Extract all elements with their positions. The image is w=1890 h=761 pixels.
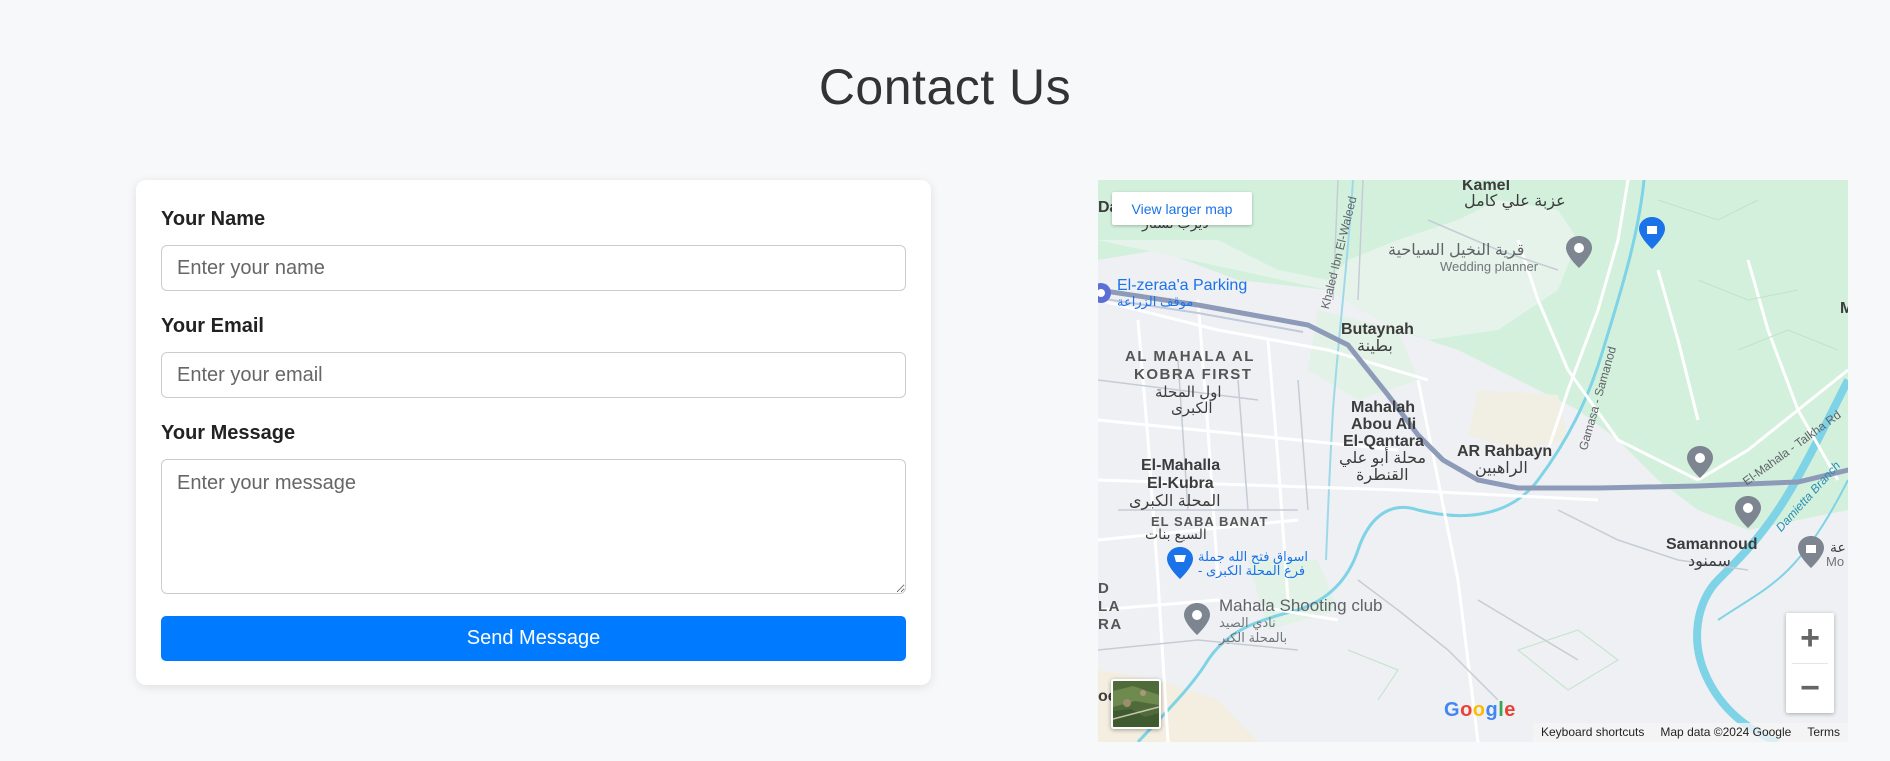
- map-label-mahalla-2: El-Kubra: [1147, 475, 1214, 492]
- map-data-credit: Map data ©2024 Google: [1652, 723, 1800, 742]
- map-label-left-d: D: [1098, 580, 1111, 597]
- map-label-rahbayn: AR Rahbayn: [1457, 443, 1553, 460]
- map-label-resort-ar: قرية النخيل السياحية: [1388, 242, 1525, 259]
- contact-form: Your Name Your Email Your Message Send M…: [136, 180, 931, 685]
- map-label-abou-1: Mahalah: [1351, 399, 1416, 416]
- map-label-right-ar: عة: [1830, 539, 1846, 555]
- email-label: Your Email: [161, 315, 264, 337]
- send-message-button[interactable]: Send Message: [161, 616, 906, 661]
- map-label-shooting-ar1: نادي الصيد: [1219, 615, 1276, 630]
- map-label-parking-ar: موقف الزراعة: [1117, 294, 1194, 309]
- map-label-right-mo: Mo: [1826, 554, 1845, 569]
- map-label-kobra-first-ar2: الكبرى: [1171, 400, 1213, 417]
- terms-link[interactable]: Terms: [1799, 723, 1848, 742]
- map-label-left-ra: RA: [1098, 616, 1123, 633]
- map-label-mahalla-ar: المحلة الكبرى: [1129, 493, 1221, 510]
- map-label-sabaa-ar: السبع بنات: [1145, 526, 1207, 542]
- parking-pin-icon[interactable]: [1098, 282, 1112, 304]
- message-label: Your Message: [161, 422, 296, 444]
- google-logo: Google: [1444, 699, 1516, 721]
- mosque-pin-icon[interactable]: [1798, 536, 1824, 568]
- place-pin-icon[interactable]: [1687, 446, 1713, 478]
- map-label-abou-2: Abou Ali: [1351, 416, 1417, 433]
- map-label-samannoud-ar: سمنود: [1688, 553, 1731, 570]
- map-label-shooting-ar2: بالمحلة الكبر: [1219, 630, 1288, 645]
- map-label-abou-ar1: محلة أبو علي: [1339, 450, 1427, 467]
- shop-pin-icon[interactable]: [1639, 217, 1665, 249]
- name-label: Your Name: [161, 208, 266, 230]
- map-label-samannoud: Samannoud: [1666, 536, 1758, 553]
- map-label-shooting-club: Mahala Shooting club: [1219, 596, 1383, 615]
- satellite-thumbnail-icon: [1113, 681, 1159, 727]
- place-pin-icon[interactable]: [1735, 496, 1761, 528]
- cart-pin-icon[interactable]: [1167, 547, 1193, 579]
- embedded-map[interactable]: Kamel عزبة علي كامل قرية النخيل السياحية…: [1098, 180, 1848, 742]
- map-label-market-ar2: - فرع المحلة الكبرى: [1198, 563, 1306, 578]
- satellite-layer-toggle[interactable]: [1111, 679, 1161, 729]
- message-textarea[interactable]: [161, 459, 906, 594]
- map-label-right-m: M: [1840, 300, 1848, 317]
- map-label-left-la: LA: [1098, 598, 1121, 615]
- email-input[interactable]: [161, 352, 906, 398]
- map-label-butaynah-ar: بطينة: [1357, 338, 1393, 355]
- zoom-controls: + −: [1786, 613, 1834, 713]
- zoom-out-button[interactable]: −: [1786, 663, 1834, 713]
- zoom-in-button[interactable]: +: [1786, 613, 1834, 663]
- map-label-kobra-first-2: KOBRA FIRST: [1134, 366, 1253, 383]
- map-label-market-ar1: اسواق فتح الله جملة: [1198, 549, 1308, 564]
- map-label-parking: El-zeraa'a Parking: [1117, 277, 1248, 294]
- map-label-butaynah: Butaynah: [1341, 321, 1414, 338]
- map-label-kamel-ar: عزبة علي كامل: [1464, 193, 1566, 210]
- map-label-abou-ar2: القنطرة: [1356, 467, 1409, 484]
- map-label-mahalla-1: El-Mahalla: [1141, 457, 1221, 474]
- map-label-kobra-first-1: AL MAHALA AL: [1125, 348, 1255, 365]
- view-larger-map-link[interactable]: View larger map: [1112, 192, 1252, 225]
- map-label-wedding: Wedding planner: [1440, 259, 1539, 274]
- page-title: Contact Us: [818, 59, 1072, 115]
- map-label-abou-3: El-Qantara: [1343, 433, 1424, 450]
- place-pin-icon[interactable]: [1566, 236, 1592, 268]
- name-input[interactable]: [161, 245, 906, 291]
- place-pin-icon[interactable]: [1184, 603, 1210, 635]
- map-attribution-bar: Keyboard shortcuts Map data ©2024 Google…: [1098, 723, 1848, 742]
- keyboard-shortcuts-link[interactable]: Keyboard shortcuts: [1533, 723, 1653, 742]
- map-label-rahbayn-ar: الراهبين: [1475, 460, 1528, 477]
